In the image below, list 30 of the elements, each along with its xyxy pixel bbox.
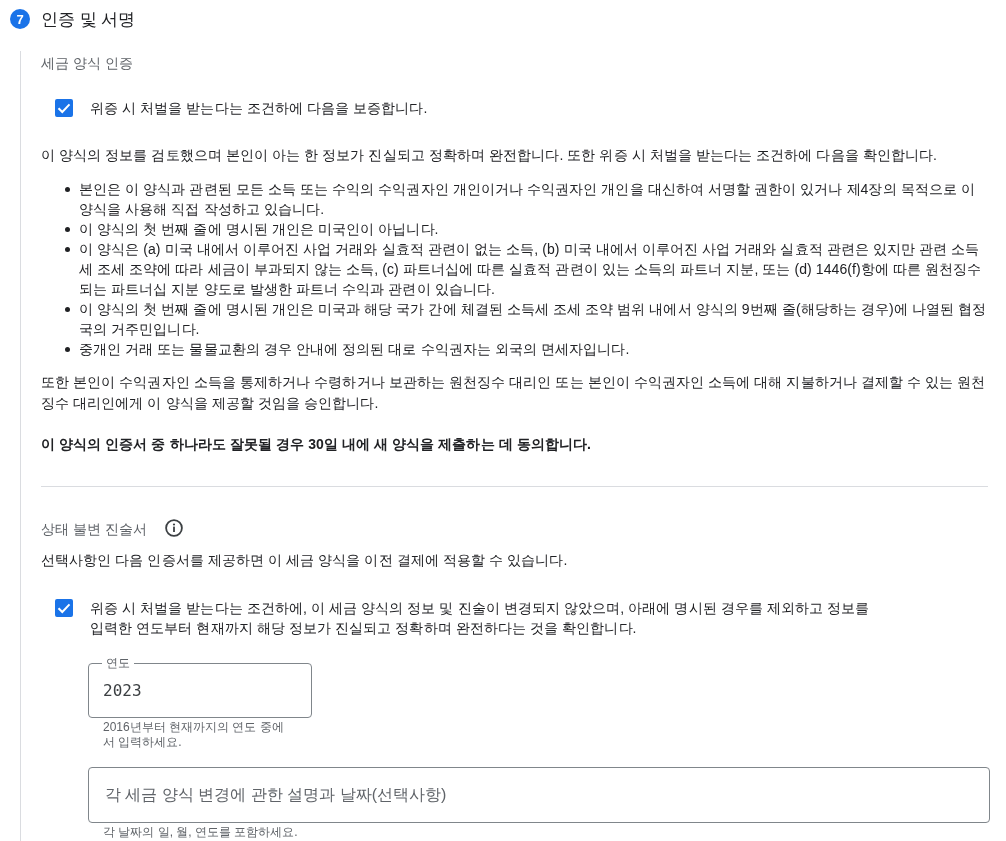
list-item-text: 중개인 거래 또는 물물교환의 경우 안내에 정의된 대로 수익권자는 외국의 면세자입니다. [79, 340, 630, 359]
checkbox-label: 위증 시 처벌을 받는다는 조건하에, 이 세금 양식의 정보 및 진술이 변경되지 않았으며, 아래에 명시된 경우를 제외하고 정보를 입력한 연도부터 현재까지 해당 정보가 진실되고 정확하며 완전하다는 것을 확인합니다. [90, 599, 871, 638]
step-number-badge: 7 [10, 9, 30, 29]
description-text: 선택사항인 다음 인증서를 제공하면 이 세금 양식을 이전 결제에 적용할 수 있습니다. [41, 551, 569, 570]
checkmark-icon [57, 601, 71, 615]
subsection-heading: 세금 양식 인증 [41, 54, 135, 73]
list-item-text: 이 양식의 첫 번째 줄에 명시된 개인은 미국인이 아닙니다. [79, 220, 439, 239]
info-icon[interactable] [164, 519, 183, 537]
checkmark-icon [57, 101, 71, 115]
checkbox-label: 위증 시 처벌을 받는다는 조건하에 다음을 보증합니다. [90, 99, 428, 118]
agreement-text: 이 양식의 인증서 중 하나라도 잘못될 경우 30일 내에 새 양식을 제출하는 데 동의합니다. [41, 435, 593, 454]
bullet-icon [65, 307, 70, 312]
bullet-icon [65, 247, 70, 252]
checkbox[interactable] [55, 99, 73, 117]
helper-text: 2016년부터 현재까지의 연도 중에서 입력하세요. [102, 720, 285, 750]
list-item-text: 이 양식의 첫 번째 줄에 명시된 개인은 미국과 해당 국가 간에 체결된 소득세 조세 조약 범위 내에서 양식의 9번째 줄(해당하는 경우)에 나열된 협정국의 거주민입니다. [79, 300, 988, 339]
year-field[interactable]: 연도 2023 [88, 656, 312, 718]
checkbox[interactable] [55, 599, 73, 617]
subsection-heading: 상태 불변 진술서 [41, 520, 148, 539]
intro-text: 이 양식의 정보를 검토했으며 본인이 아는 한 정보가 진실되고 정확하며 완전합니다. 또한 위증 시 처벌을 받는다는 조건하에 다음을 확인합니다. [41, 146, 939, 165]
list-item-text: 본인은 이 양식과 관련된 모든 소득 또는 수익의 수익권자인 개인이거나 수익권자인 개인을 대신하여 서명할 권한이 있거나 제4장의 목적으로 이 양식을 사용해 직접 작성하고 있습니다. [79, 180, 976, 219]
bullet-icon [65, 347, 70, 352]
section-title: 인증 및 서명 [41, 8, 136, 31]
bullet-icon [65, 187, 70, 192]
list-item-text: 이 양식은 (a) 미국 내에서 이루어진 사업 거래와 실효적 관련이 없는 소득, (b) 미국 내에서 이루어진 사업 거래와 실효적 관련은 있지만 관련 소득세 조세 조약에 따라 세금이 부과되지 않는 소득, (c) 파트너십에 따른 실효적 관련이 있는 소득의 파트너 지분, 또는 (d) 1446(f)항에 따른 원천징수되는 파트너십 지분 양도로 발생한 파트너 수익과 관련이 있습니다. [79, 240, 983, 299]
helper-text: 각 날짜의 일, 월, 연도를 포함하세요. [102, 825, 299, 840]
field-label: 연도 [105, 656, 131, 670]
description-field[interactable]: 각 세금 양식 변경에 관한 설명과 날짜(선택사항) [88, 767, 990, 823]
bullet-icon [65, 227, 70, 232]
paragraph-text: 또한 본인이 수익권자인 소득을 통제하거나 수령하거나 보관하는 원천징수 대리인 또는 본인이 수익권자인 소득에 대해 지불하거나 결제할 수 있는 원천징수 대리인에게 이 양식을 제공할 것임을 승인합니다. [41, 373, 987, 413]
